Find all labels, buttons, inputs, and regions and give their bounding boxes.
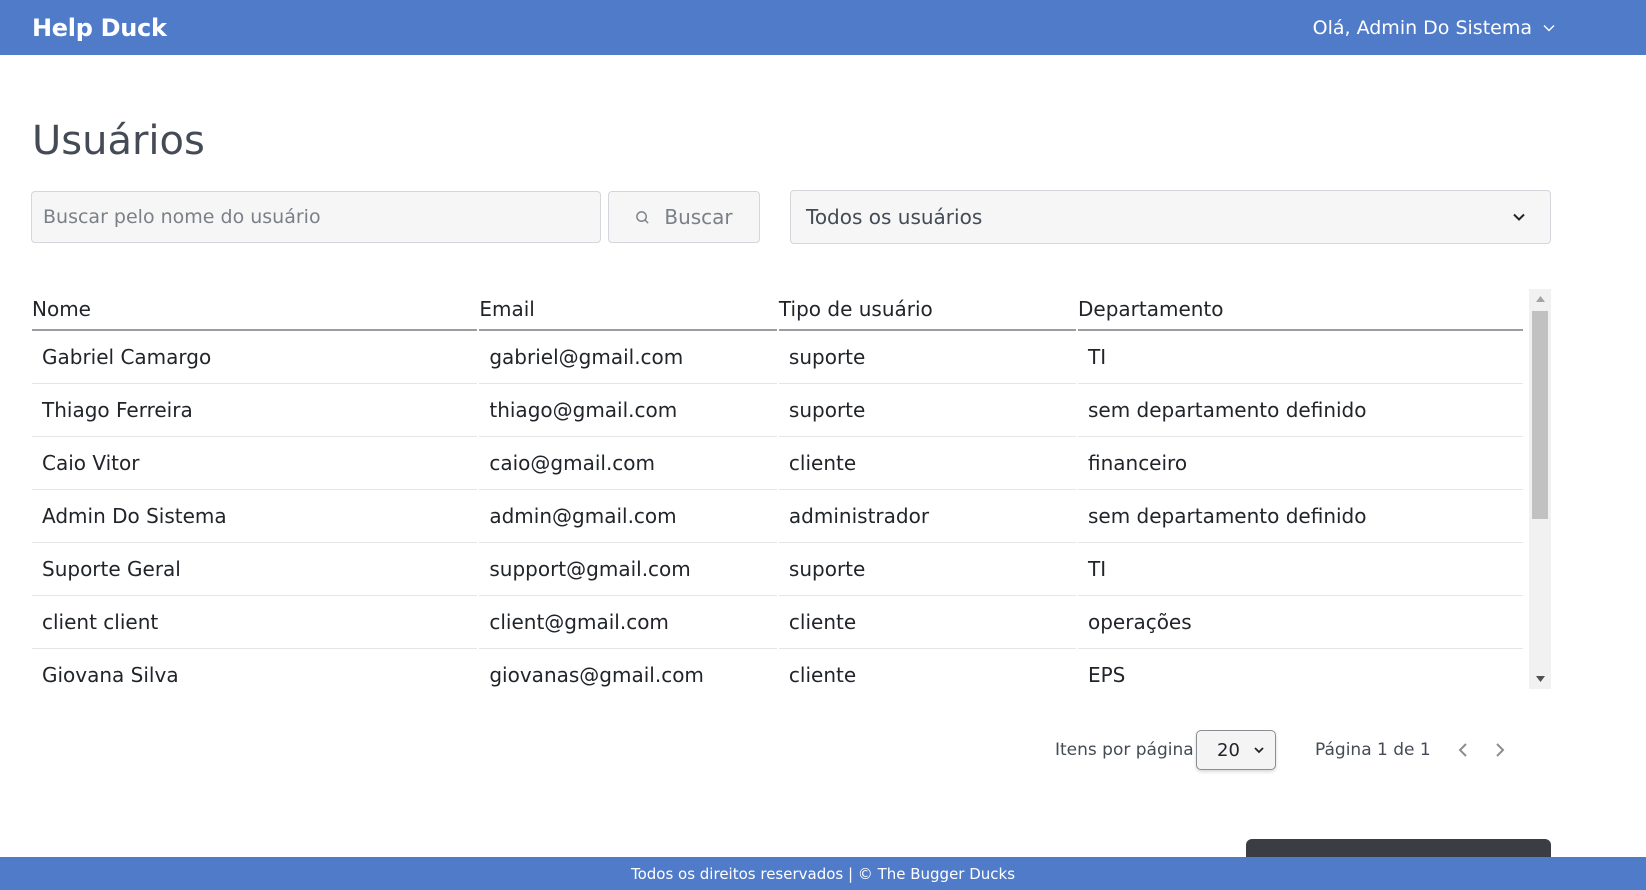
top-navbar: Help Duck Olá, Admin Do Sistema: [0, 0, 1646, 55]
users-table-container: Nome Email Tipo de usuário Departamento …: [32, 289, 1551, 689]
cell-departamento: financeiro: [1077, 437, 1523, 490]
table-row[interactable]: Suporte Geral support@gmail.com suporte …: [32, 543, 1523, 596]
items-per-page-label: Itens por página: [1055, 740, 1194, 760]
cell-departamento: sem departamento definido: [1077, 490, 1523, 543]
items-per-page-select[interactable]: 20: [1196, 730, 1276, 770]
scrollbar-thumb[interactable]: [1532, 311, 1548, 519]
user-menu[interactable]: Olá, Admin Do Sistema: [1313, 17, 1556, 39]
cell-nome: Thiago Ferreira: [32, 384, 478, 437]
page-info: Página 1 de 1: [1315, 740, 1431, 760]
table-row[interactable]: client client client@gmail.com cliente o…: [32, 596, 1523, 649]
cell-nome: Gabriel Camargo: [32, 331, 478, 384]
items-per-page-value: 20: [1217, 739, 1240, 761]
cell-email: gabriel@gmail.com: [479, 331, 777, 384]
user-type-filter-select[interactable]: Todos os usuários: [790, 190, 1551, 244]
user-greeting: Olá, Admin Do Sistema: [1312, 16, 1532, 39]
table-row[interactable]: Giovana Silva giovanas@gmail.com cliente…: [32, 649, 1523, 689]
table-row[interactable]: Gabriel Camargo gabriel@gmail.com suport…: [32, 331, 1523, 384]
scroll-up-arrow-icon[interactable]: [1529, 289, 1551, 309]
column-header-departamento[interactable]: Departamento: [1077, 289, 1523, 331]
cell-nome: Caio Vitor: [32, 437, 478, 490]
table-scrollbar[interactable]: [1529, 289, 1551, 689]
brand-logo[interactable]: Help Duck: [32, 14, 167, 42]
cell-departamento: TI: [1077, 331, 1523, 384]
cell-nome: Giovana Silva: [32, 649, 477, 689]
cell-departamento: sem departamento definido: [1077, 384, 1523, 437]
cell-email: giovanas@gmail.com: [479, 649, 777, 689]
cell-email: thiago@gmail.com: [479, 384, 777, 437]
column-header-tipo[interactable]: Tipo de usuário: [778, 289, 1076, 331]
chevron-down-icon: [1254, 747, 1264, 754]
chevron-down-icon: [1543, 24, 1555, 31]
search-button[interactable]: Buscar: [608, 191, 760, 243]
scroll-down-arrow-icon[interactable]: [1529, 669, 1551, 689]
table-row[interactable]: Thiago Ferreira thiago@gmail.com suporte…: [32, 384, 1523, 437]
cell-email: admin@gmail.com: [479, 490, 777, 543]
cell-tipo: cliente: [779, 649, 1076, 689]
footer-text: Todos os direitos reservados | © The Bug…: [630, 864, 1016, 883]
filter-selected-value: Todos os usuários: [806, 205, 983, 229]
footer: Todos os direitos reservados | © The Bug…: [0, 857, 1646, 890]
cell-nome: client client: [32, 596, 478, 649]
table-row[interactable]: Admin Do Sistema admin@gmail.com adminis…: [32, 490, 1523, 543]
next-page-button[interactable]: [1488, 738, 1512, 762]
cell-nome: Suporte Geral: [32, 543, 478, 596]
cell-tipo: suporte: [778, 384, 1076, 437]
cell-tipo: cliente: [778, 437, 1076, 490]
table-row[interactable]: Caio Vitor caio@gmail.com cliente financ…: [32, 437, 1523, 490]
search-input[interactable]: [31, 191, 601, 243]
cell-departamento: EPS: [1078, 649, 1523, 689]
previous-page-button[interactable]: [1451, 738, 1475, 762]
column-header-nome[interactable]: Nome: [32, 289, 478, 331]
column-header-email[interactable]: Email: [479, 289, 777, 331]
cell-nome: Admin Do Sistema: [32, 490, 478, 543]
users-table: Nome Email Tipo de usuário Departamento …: [32, 289, 1525, 689]
chevron-left-icon: [1458, 743, 1467, 757]
page-title: Usuários: [32, 118, 205, 164]
chevron-right-icon: [1496, 743, 1505, 757]
cell-email: client@gmail.com: [479, 596, 777, 649]
search-button-label: Buscar: [664, 205, 733, 229]
chevron-down-icon: [1513, 213, 1525, 221]
table-header-row: Nome Email Tipo de usuário Departamento: [32, 289, 1523, 331]
cell-departamento: operações: [1077, 596, 1523, 649]
cell-tipo: cliente: [778, 596, 1076, 649]
cell-tipo: suporte: [778, 543, 1076, 596]
cell-email: caio@gmail.com: [479, 437, 777, 490]
cell-email: support@gmail.com: [479, 543, 777, 596]
cell-departamento: TI: [1077, 543, 1523, 596]
cell-tipo: administrador: [778, 490, 1076, 543]
search-icon: [636, 210, 649, 224]
cell-tipo: suporte: [778, 331, 1076, 384]
